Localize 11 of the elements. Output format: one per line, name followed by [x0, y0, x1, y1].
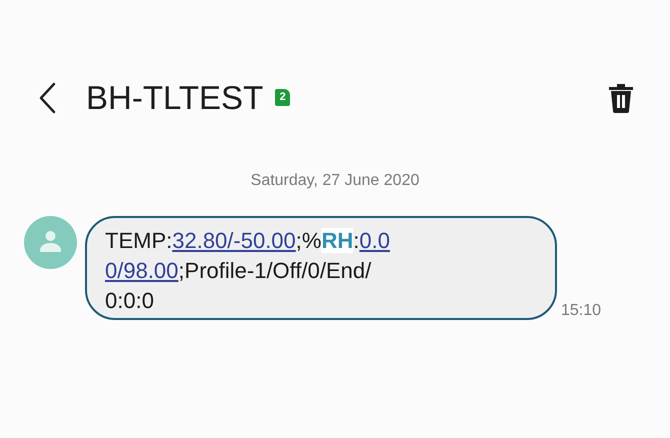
date-divider: Saturday, 27 June 2020	[250, 172, 420, 190]
back-icon[interactable]	[38, 82, 56, 114]
trash-icon[interactable]	[608, 83, 634, 113]
message-link[interactable]: 0.0	[359, 228, 390, 253]
message-text: TEMP:32.80/-50.00;%RH:0.0 0/98.00;Profile-1/Off/0/End/ 0:0:0	[105, 227, 391, 315]
contact-name: BH-TLTEST	[86, 79, 264, 117]
message-link[interactable]: 0/98.00	[105, 258, 178, 283]
avatar-icon	[24, 216, 77, 269]
message-link[interactable]: 32.80/-50.00	[172, 228, 296, 253]
sim-badge: 2	[275, 88, 290, 106]
message-time: 15:10	[561, 302, 602, 320]
